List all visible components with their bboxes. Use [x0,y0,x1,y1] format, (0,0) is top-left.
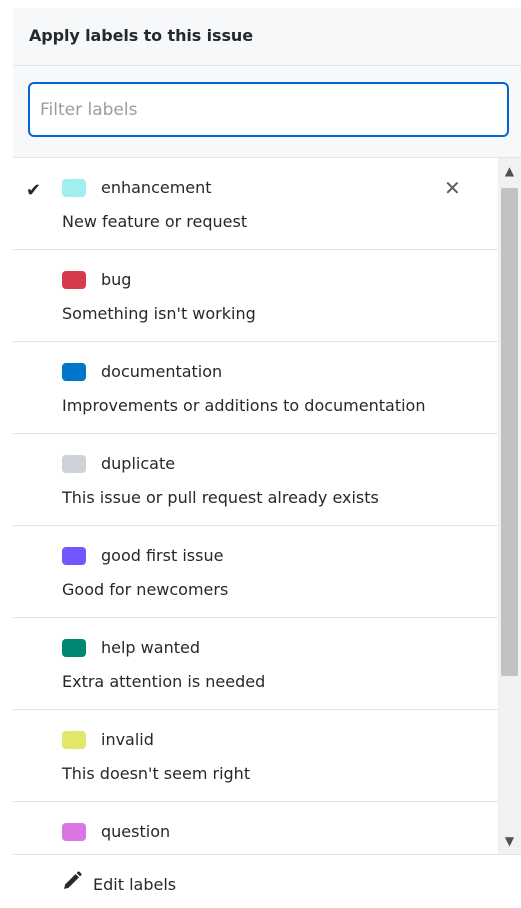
chevron-down-icon[interactable]: ▼ [498,830,521,852]
label-name: enhancement [101,178,212,197]
label-list-scrollbar[interactable]: ▲ ▼ [498,158,521,854]
label-item-help-wanted[interactable]: help wanted Extra attention is needed [13,618,498,710]
label-item-duplicate[interactable]: duplicate This issue or pull request alr… [13,434,498,526]
label-description: New feature or request [62,212,248,231]
label-color-swatch [62,547,86,565]
filter-labels-input[interactable] [28,82,509,137]
label-name: help wanted [101,638,200,657]
check-icon: ✔ [26,180,42,201]
label-description: Something isn't working [62,304,256,323]
label-description: Good for newcomers [62,580,229,599]
label-description: Extra attention is needed [62,672,266,691]
label-color-swatch [62,271,86,289]
label-item-question[interactable]: question [13,802,498,854]
scrollbar-thumb[interactable] [501,188,518,676]
label-name: duplicate [101,454,176,473]
label-name: good first issue [101,546,224,565]
close-icon[interactable]: ✕ [444,176,461,200]
picker-footer: Edit labels [13,854,521,908]
label-item-enhancement[interactable]: ✔ enhancement ✕ New feature or request [13,158,498,250]
label-description: This issue or pull request already exist… [62,488,379,507]
label-name: documentation [101,362,223,381]
label-color-swatch [62,639,86,657]
label-color-swatch [62,179,86,197]
label-item-bug[interactable]: bug Something isn't working [13,250,498,342]
label-description: Improvements or additions to documentati… [62,396,426,415]
label-description: This doesn't seem right [62,764,251,783]
label-name: bug [101,270,132,289]
label-item-invalid[interactable]: invalid This doesn't seem right [13,710,498,802]
picker-title: Apply labels to this issue [29,26,253,45]
panel-edge [0,0,13,908]
label-picker-panel: Apply labels to this issue ✔ enhancement… [0,0,521,908]
edit-labels-link[interactable]: Edit labels [93,875,176,894]
label-color-swatch [62,823,86,841]
picker-header: Apply labels to this issue [13,8,521,66]
filter-area [13,66,521,158]
label-name: invalid [101,730,154,749]
label-item-documentation[interactable]: documentation Improvements or additions … [13,342,498,434]
label-item-good-first-issue[interactable]: good first issue Good for newcomers [13,526,498,618]
label-color-swatch [62,363,86,381]
pencil-icon [64,871,82,889]
label-name: question [101,822,171,841]
label-color-swatch [62,455,86,473]
chevron-up-icon[interactable]: ▲ [498,160,521,182]
label-list: ✔ enhancement ✕ New feature or request b… [13,158,498,854]
label-color-swatch [62,731,86,749]
